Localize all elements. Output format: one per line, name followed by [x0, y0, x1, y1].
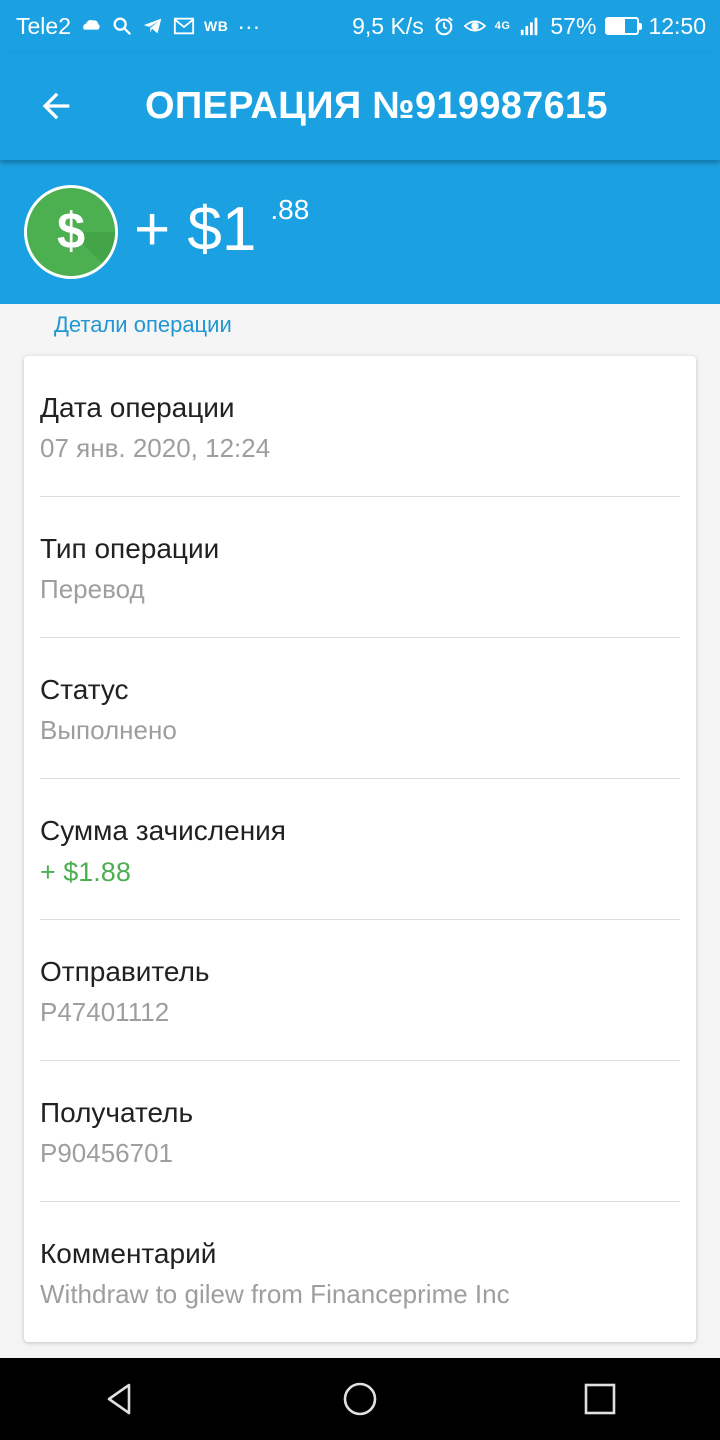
signal-icon [519, 15, 541, 37]
detail-label: Тип операции [40, 533, 220, 564]
details-card: Дата операции 07 янв. 2020, 12:24 Тип оп… [24, 356, 696, 1342]
wb-label: WB [203, 18, 229, 34]
detail-row-amount: Сумма зачисления + $1.88 [40, 779, 680, 920]
detail-value: + $1.88 [40, 857, 131, 887]
search-icon [111, 15, 133, 37]
more-notifications: ··· [237, 12, 261, 39]
nav-back-button[interactable] [60, 1358, 180, 1440]
amount-main: + $1 [134, 195, 257, 264]
detail-label: Сумма зачисления [40, 815, 286, 846]
battery-fill [607, 19, 625, 33]
detail-label: Получатель [40, 1097, 194, 1128]
network-speed: 9,5 K/s [352, 12, 424, 39]
detail-value: Withdraw to gilew from Financeprime Inc [40, 1279, 510, 1309]
status-left: Tele2 WB ··· [16, 13, 260, 40]
nav-recents-button[interactable] [540, 1358, 660, 1440]
detail-row-status: Статус Выполнено [40, 638, 680, 779]
mail-icon [173, 15, 195, 37]
detail-value: 07 янв. 2020, 12:24 [40, 433, 271, 463]
status-right: 9,5 K/s 4G 57% 12:50 [352, 13, 706, 40]
detail-value: Перевод [40, 574, 145, 604]
screen: Tele2 WB ··· 9,5 K/s 4G 57% 12:50 ОПЕРАЦ… [0, 0, 720, 1440]
arrow-back-icon [42, 92, 70, 120]
section-label: Детали операции [54, 312, 232, 337]
detail-row-recipient: Получатель P90456701 [40, 1061, 680, 1202]
detail-label: Комментарий [40, 1238, 217, 1269]
detail-value: Выполнено [40, 715, 177, 745]
navigation-bar [0, 1358, 720, 1440]
amount-header: $ + $1 .88 [0, 160, 720, 304]
page-title: ОПЕРАЦИЯ №919987615 [145, 84, 608, 127]
clock: 12:50 [648, 12, 706, 39]
battery-percent: 57% [550, 12, 597, 39]
back-button[interactable] [0, 52, 112, 160]
detail-label: Дата операции [40, 392, 235, 423]
detail-label: Отправитель [40, 956, 210, 987]
detail-label: Статус [40, 674, 129, 705]
detail-row-sender: Отправитель P47401112 [40, 920, 680, 1061]
dollar-icon: $ [24, 185, 118, 279]
amount-display: + $1 .88 [134, 195, 309, 265]
amount-cents: .88 [270, 194, 310, 225]
detail-row-date: Дата операции 07 янв. 2020, 12:24 [40, 356, 680, 497]
network-type: 4G [494, 20, 511, 32]
svg-text:$: $ [57, 202, 85, 259]
alarm-icon [433, 15, 455, 37]
carrier-name: Tele2 [16, 12, 71, 39]
detail-value: P47401112 [40, 997, 170, 1027]
nav-recents-icon [584, 1383, 616, 1415]
detail-value: P90456701 [40, 1138, 174, 1168]
status-bar: Tele2 WB ··· 9,5 K/s 4G 57% 12:50 [0, 0, 720, 52]
battery-icon [605, 17, 643, 35]
detail-row-comment: Комментарий Withdraw to gilew from Finan… [40, 1202, 680, 1343]
telegram-icon [142, 15, 164, 37]
eye-icon [463, 15, 486, 37]
cloud-icon [80, 15, 102, 37]
nav-home-button[interactable] [300, 1358, 420, 1440]
detail-row-type: Тип операции Перевод [40, 497, 680, 638]
nav-home-icon [343, 1382, 377, 1416]
nav-back-icon [107, 1383, 131, 1415]
app-bar: ОПЕРАЦИЯ №919987615 [0, 52, 720, 160]
